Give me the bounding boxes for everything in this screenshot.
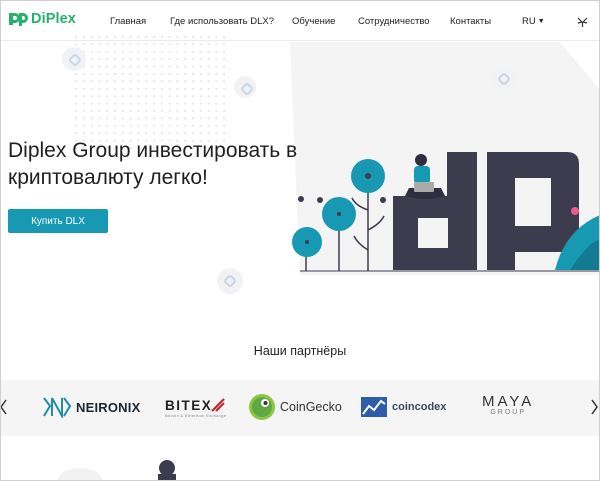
partner-bitex-tagline: Bitcoin & Ethereum Exchange: [165, 413, 227, 418]
partner-maya-group[interactable]: MAYA GROUP: [482, 394, 534, 416]
partner-neironix-name: NEIRONIX: [76, 399, 141, 415]
person-with-laptop: [405, 154, 445, 199]
plant-left: [292, 197, 356, 271]
partner-bitex-name: BITEX: [165, 397, 213, 413]
neironix-logo-icon: [43, 397, 72, 418]
coin-icon: [62, 47, 86, 71]
bitex-logo-icon: [211, 398, 226, 412]
partner-maya-name: MAYA: [482, 393, 535, 410]
chevron-right-icon[interactable]: [590, 398, 598, 421]
partners-title: Наши партнёры: [253, 344, 347, 358]
hero-title: Diplex Group инвестировать в криптовалют…: [8, 139, 298, 189]
partner-bitex[interactable]: BITEX Bitcoin & Ethereum Exchange: [165, 397, 227, 419]
coincodex-logo-icon: [361, 397, 387, 417]
partner-coincodex[interactable]: coincodex: [360, 396, 446, 418]
partner-coingecko-name: CoinGecko: [280, 400, 342, 414]
partner-coingecko[interactable]: CoinGecko: [248, 393, 342, 421]
coin-icon: [234, 76, 256, 98]
hero-illustration: [292, 152, 600, 272]
partner-maya-sub: GROUP: [490, 409, 526, 416]
dot-pattern: [74, 35, 226, 150]
chevron-left-icon[interactable]: [0, 398, 8, 421]
letter-d-shape: [393, 152, 477, 270]
coin-icon: [491, 66, 517, 92]
coin-icon: [217, 268, 243, 294]
coingecko-logo-icon: [249, 394, 275, 420]
next-section-preview: [58, 460, 176, 481]
partner-neironix[interactable]: NEIRONIX: [42, 396, 140, 418]
buy-dlx-button[interactable]: Купить DLX: [8, 209, 108, 233]
partner-coincodex-name: coincodex: [392, 401, 447, 413]
